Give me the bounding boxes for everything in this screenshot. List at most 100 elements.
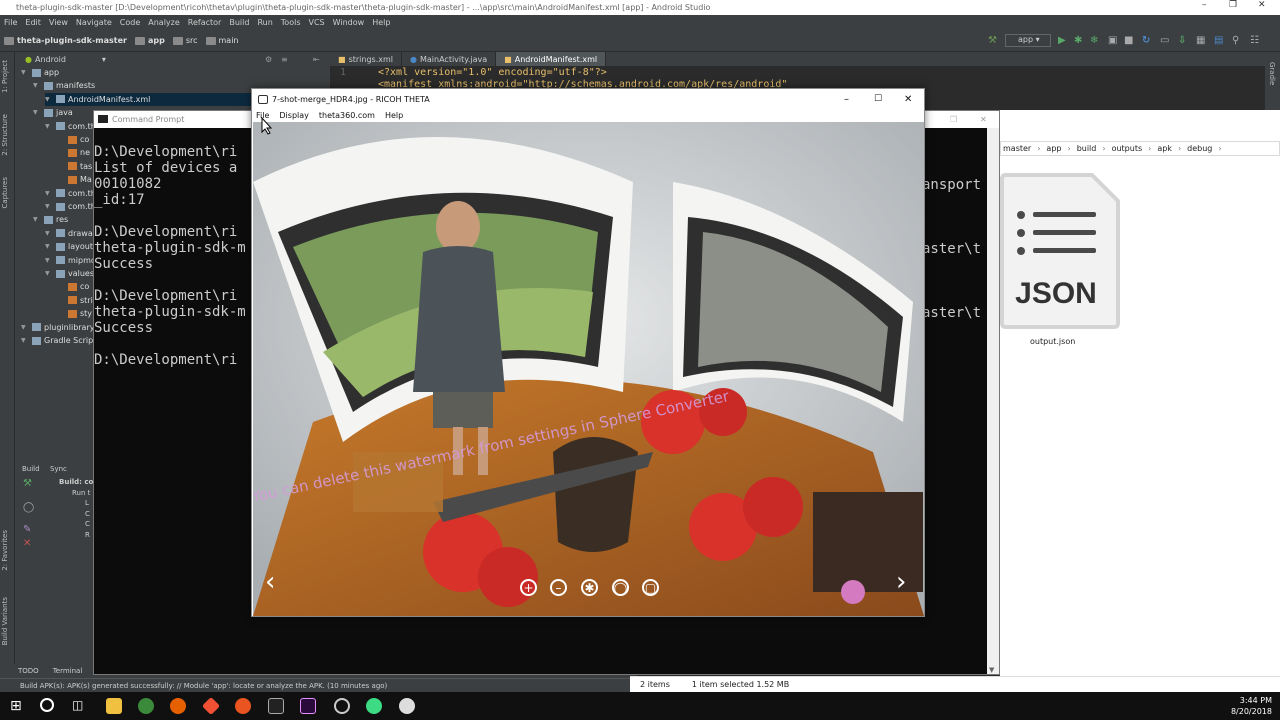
attach-icon[interactable]: ▣ [1108, 35, 1117, 46]
build-tree-item[interactable]: C [85, 510, 90, 518]
expand-arrow-icon[interactable]: ▼ [45, 270, 53, 277]
tab-androidmanifest-xml[interactable]: ■ AndroidManifest.xml [496, 52, 607, 66]
maximize-button[interactable]: ❐ [1229, 0, 1237, 10]
theta-close-button[interactable]: ✕ [904, 94, 912, 105]
theta-menu-display[interactable]: Display [279, 111, 309, 120]
expand-arrow-icon[interactable]: ▼ [45, 190, 53, 197]
theta-maximize-button[interactable]: ☐ [874, 94, 882, 104]
project-view-select[interactable]: Android [35, 55, 66, 64]
expand-arrow-icon[interactable]: ▼ [45, 257, 53, 264]
cmd-maximize-button[interactable]: ❐ [950, 115, 957, 124]
terminal-icon[interactable] [268, 698, 284, 714]
next-image-icon[interactable]: › [896, 567, 906, 597]
hide-icon[interactable]: ⇤ [313, 55, 320, 64]
filter-icon[interactable]: ◯ [23, 502, 34, 513]
breadcrumb-project[interactable]: theta-plugin-sdk-master [4, 36, 127, 45]
device-monitor-icon[interactable]: ▤ [1214, 35, 1223, 46]
chevron-down-icon[interactable]: ▾ [102, 55, 106, 64]
theta-app-icon[interactable] [399, 698, 415, 714]
tool-tab-captures[interactable]: Captures [1, 177, 9, 208]
build-tree-item[interactable]: L [85, 499, 89, 507]
expand-arrow-icon[interactable]: ▼ [21, 69, 29, 76]
menu-code[interactable]: Code [120, 18, 140, 27]
theta-menu-theta360com[interactable]: theta360.com [319, 111, 375, 120]
layout-inspector-icon[interactable]: ▦ [1196, 35, 1205, 46]
theta-minimize-button[interactable]: – [844, 94, 849, 105]
expand-arrow-icon[interactable]: ▼ [45, 123, 53, 130]
menu-navigate[interactable]: Navigate [76, 18, 112, 27]
expand-arrow-icon[interactable]: ▼ [33, 82, 41, 89]
cortana-icon[interactable] [40, 698, 54, 712]
menu-window[interactable]: Window [333, 18, 365, 27]
build-tree-item[interactable]: C [85, 520, 90, 528]
task-view-icon[interactable]: ◫ [72, 698, 88, 714]
menu-run[interactable]: Run [257, 18, 272, 27]
expand-arrow-icon[interactable]: ▼ [45, 230, 53, 237]
stop-icon[interactable]: ■ [1124, 35, 1133, 46]
search-icon[interactable]: ⚲ [1232, 35, 1239, 46]
sdk-manager-icon[interactable]: ⇩ [1178, 35, 1186, 46]
code-editor[interactable]: 1 <?xml version="1.0" encoding="utf-8"?>… [330, 66, 1265, 90]
spherical-photo-view[interactable]: You can delete this watermark from setti… [253, 122, 924, 616]
theta-menu-help[interactable]: Help [385, 111, 403, 120]
menu-file[interactable]: File [4, 18, 17, 27]
cmd-close-button[interactable]: ✕ [980, 115, 987, 124]
expand-arrow-icon[interactable]: ▼ [45, 96, 53, 103]
rotate-icon[interactable]: ✱ [581, 579, 598, 596]
tool-tab-structure[interactable]: 2: Structure [1, 114, 9, 156]
tab-strings-xml[interactable]: ■ strings.xml [330, 52, 402, 66]
expand-arrow-icon[interactable]: ▼ [33, 109, 41, 116]
breadcrumb-src[interactable]: src [172, 36, 198, 45]
fullscreen-icon[interactable]: ▢ [642, 579, 659, 596]
run-icon[interactable]: ▶ [1058, 35, 1066, 46]
git-icon[interactable] [201, 696, 221, 716]
premiere-icon[interactable] [300, 698, 316, 714]
gear-icon[interactable]: ⚙ [265, 55, 272, 64]
address-segment[interactable]: build [1077, 144, 1097, 153]
tab-mainactivity-java[interactable]: ● MainActivity.java [402, 52, 497, 66]
bottom-tab-terminal[interactable]: Terminal [53, 667, 83, 675]
zoom-in-icon[interactable]: + [520, 579, 537, 596]
zoom-out-icon[interactable]: – [550, 579, 567, 596]
tool-tab-build-variants[interactable]: Build Variants [1, 597, 9, 645]
breadcrumb-main[interactable]: main [205, 36, 239, 45]
cmd-scrollbar[interactable]: ▼ [987, 128, 999, 674]
address-segment[interactable]: apk [1157, 144, 1172, 153]
debug-icon[interactable]: ✱ [1074, 35, 1082, 46]
breadcrumb-app[interactable]: app [134, 36, 165, 45]
json-file-icon[interactable]: JSON [1000, 173, 1122, 329]
minimize-button[interactable]: – [1202, 0, 1207, 10]
camera-app-icon[interactable] [334, 698, 350, 714]
address-segment[interactable]: debug [1187, 144, 1212, 153]
tool-tab-gradle[interactable]: Gradle [1268, 62, 1276, 85]
address-segment[interactable]: outputs [1112, 144, 1143, 153]
sync-tab[interactable]: Sync [50, 465, 67, 473]
file-explorer-icon[interactable] [106, 698, 122, 714]
menu-refactor[interactable]: Refactor [188, 18, 222, 27]
menu-view[interactable]: View [49, 18, 68, 27]
tree-item[interactable]: ▼ app [21, 66, 321, 79]
expand-arrow-icon[interactable]: ▼ [21, 324, 29, 331]
expand-arrow-icon[interactable]: ▼ [45, 203, 53, 210]
profile-icon[interactable]: ❄ [1090, 35, 1098, 46]
bottom-tab-todo[interactable]: TODO [18, 667, 39, 675]
menu-vcs[interactable]: VCS [309, 18, 325, 27]
run-config-select[interactable]: app ▾ [1005, 34, 1051, 47]
build-tree-item[interactable]: R [85, 531, 90, 539]
hammer-icon[interactable]: ⚒ [988, 35, 997, 46]
ubuntu-icon[interactable] [235, 698, 251, 714]
chrome-icon[interactable] [138, 698, 154, 714]
menu-help[interactable]: Help [372, 18, 390, 27]
build-tree-item[interactable]: Build: co [59, 478, 93, 486]
theta-viewer-window[interactable]: 7-shot-merge_HDR4.jpg - RICOH THETA – ☐ … [251, 88, 925, 617]
menu-edit[interactable]: Edit [25, 18, 41, 27]
tool-tab-favorites[interactable]: 2: Favorites [1, 530, 9, 571]
menu-tools[interactable]: Tools [281, 18, 301, 27]
collapse-icon[interactable]: ≡ [281, 55, 288, 64]
file-name-label[interactable]: output.json [1030, 337, 1075, 346]
expand-arrow-icon[interactable]: ▼ [45, 243, 53, 250]
settings-icon[interactable]: ☷ [1250, 35, 1259, 46]
address-segment[interactable]: app [1046, 144, 1061, 153]
rebuild-icon[interactable]: ⚒ [23, 478, 32, 489]
tool-tab-project[interactable]: 1: Project [1, 60, 9, 93]
